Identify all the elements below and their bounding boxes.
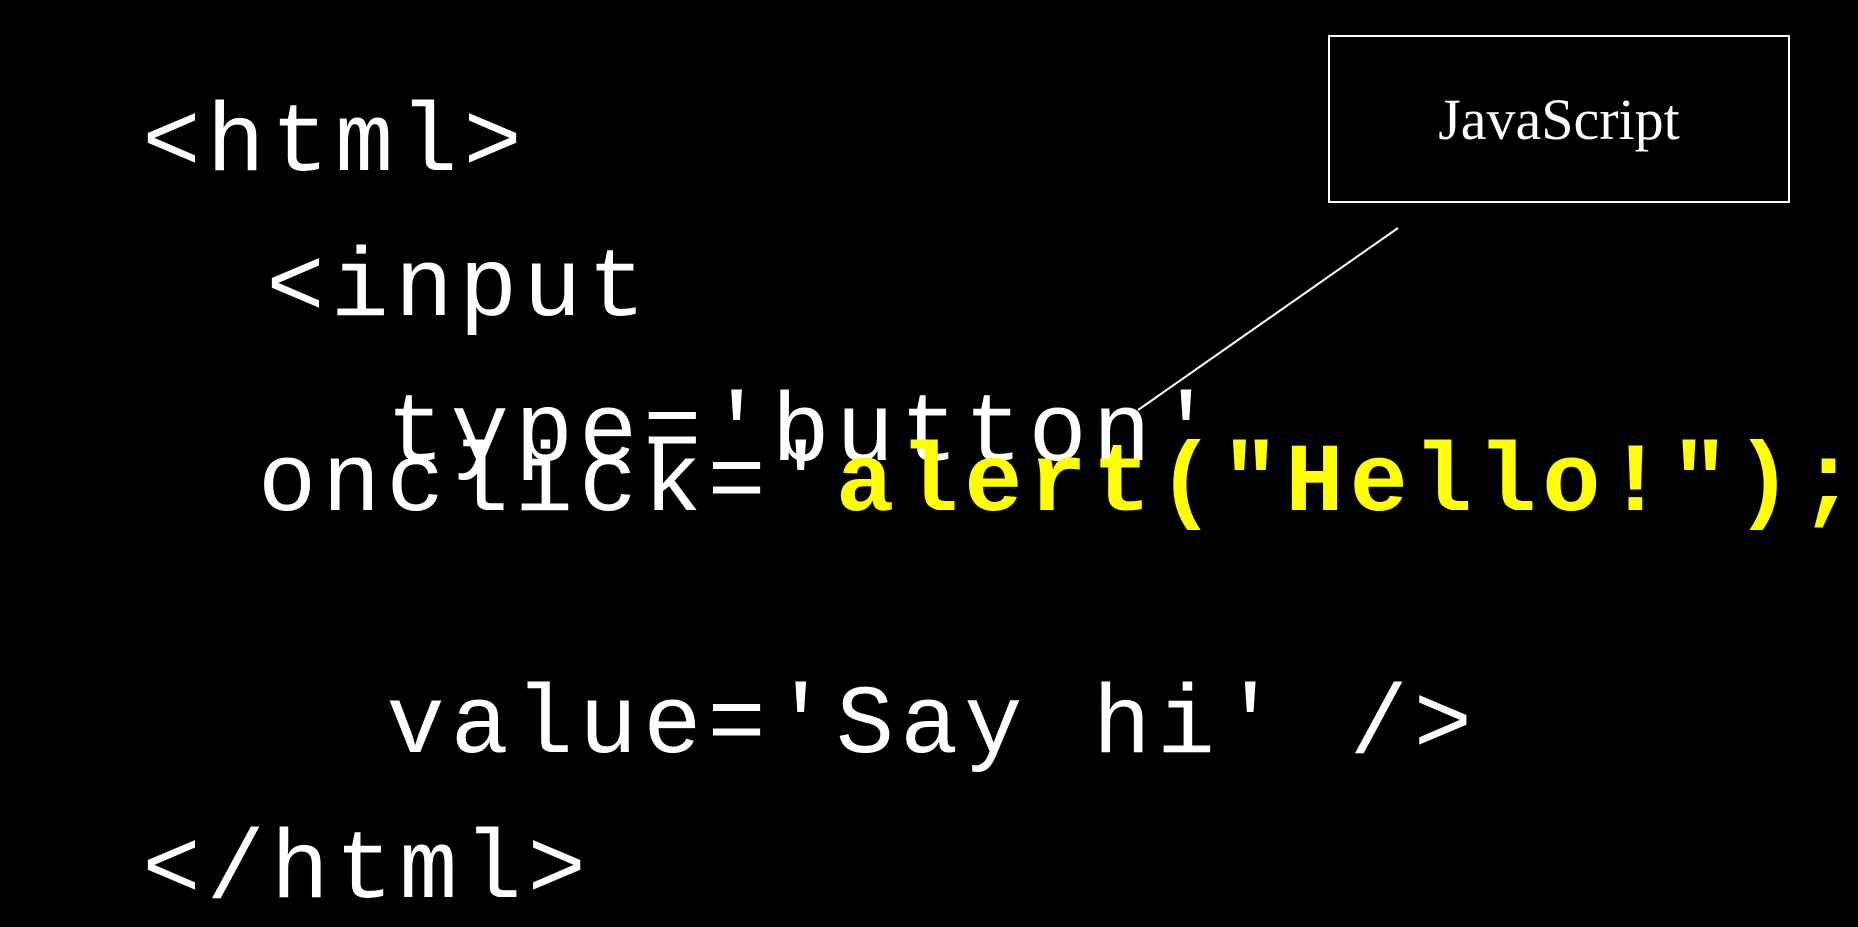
javascript-callout-box: JavaScript xyxy=(1328,35,1790,203)
code-line-html-close: </html> xyxy=(14,727,592,921)
code-text: </html> xyxy=(142,817,592,927)
onclick-prefix: onclick=' xyxy=(258,430,836,540)
callout-label: JavaScript xyxy=(1438,86,1680,152)
javascript-code-highlight: alert("Hello!"); xyxy=(835,430,1858,540)
code-line-onclick-attribute: onclick='alert("Hello!");' xyxy=(0,437,1858,534)
